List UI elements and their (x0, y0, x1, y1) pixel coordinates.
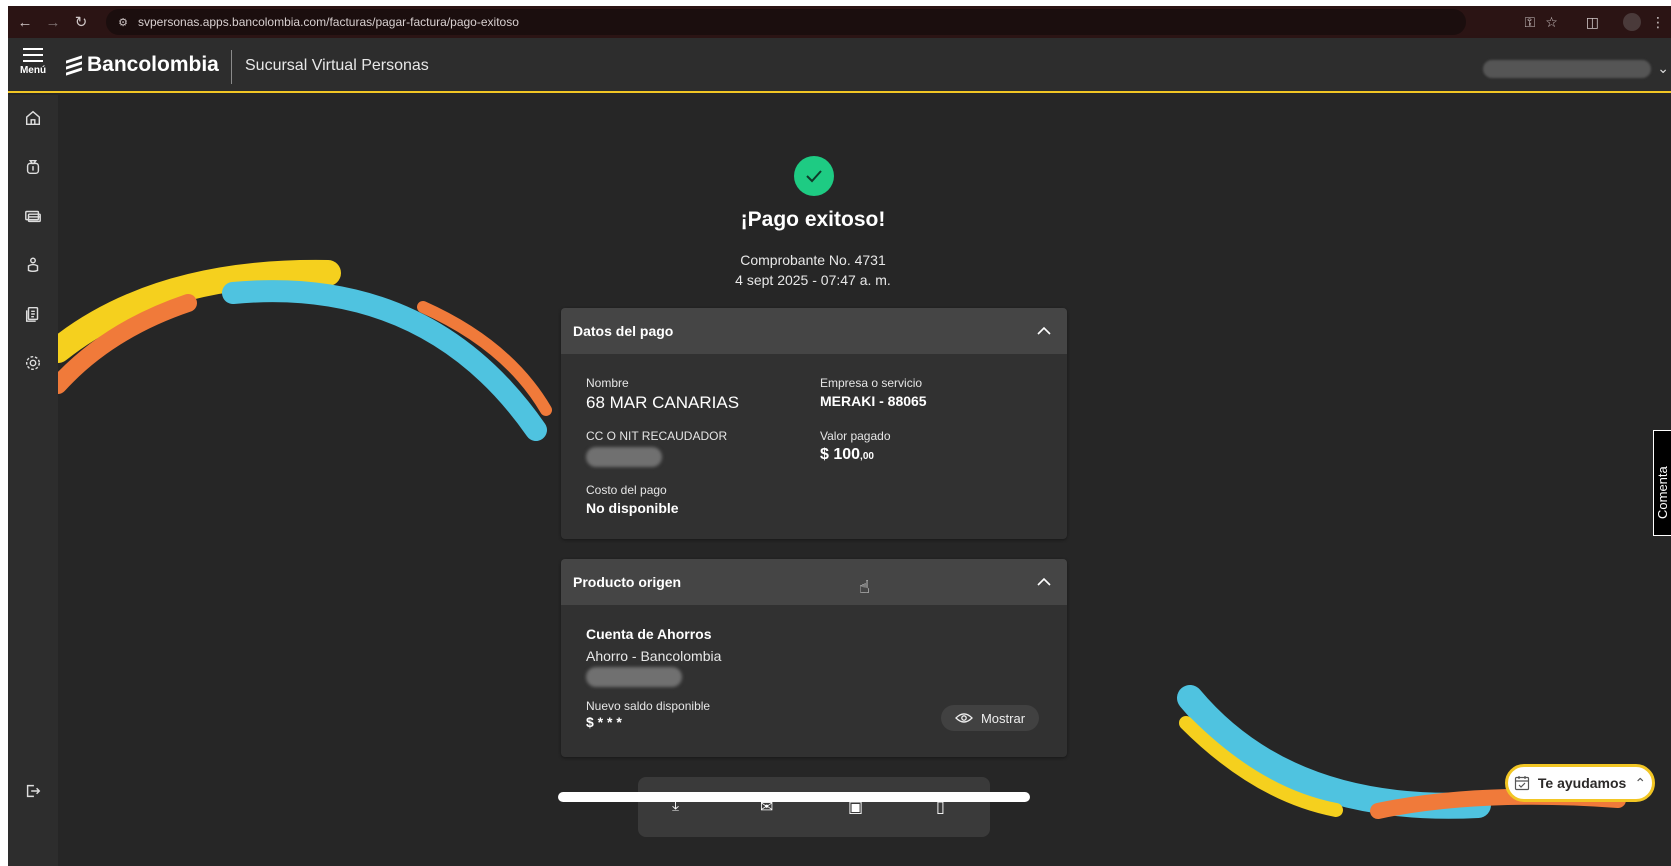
help-label: Te ayudamos (1537, 775, 1627, 791)
password-key-icon[interactable]: ⚿ (1525, 14, 1536, 31)
site-title: Sucursal Virtual Personas (245, 57, 429, 74)
bookmark-star-icon[interactable]: ☆ (1545, 14, 1558, 31)
account-type: Cuenta de Ahorros (586, 626, 712, 642)
chevron-up-icon: ⌃ (1634, 774, 1647, 791)
company-value: MERAKI - 88065 (820, 393, 927, 409)
arc-yellow-right (1179, 716, 1343, 817)
address-bar[interactable]: ⚙ svpersonas.apps.bancolombia.com/factur… (106, 9, 1466, 35)
header-divider (231, 50, 232, 84)
money-bag-icon[interactable] (22, 156, 44, 178)
site-settings-icon[interactable]: ⚙ (114, 13, 132, 31)
help-button[interactable]: Te ayudamos ⌃ (1505, 764, 1655, 802)
menu-button[interactable]: Menú (18, 48, 48, 76)
origin-product-card: Producto origen Cuenta de Ahorros Ahorro… (561, 559, 1067, 757)
brand-name: Bancolombia (87, 53, 219, 76)
arc-orange-left (58, 294, 197, 394)
url-text[interactable]: svpersonas.apps.bancolombia.com/facturas… (138, 15, 519, 29)
profile-avatar[interactable] (1623, 13, 1641, 31)
bottom-action-bar: ⤓ ✉ ▣ ▯ (638, 777, 990, 837)
origin-product-title: Producto origen (573, 574, 682, 590)
name-value: 68 MAR CANARIAS (586, 393, 740, 412)
amount-label: Valor pagado (820, 429, 891, 443)
balance-value: $ * * * (586, 714, 622, 730)
feedback-tab[interactable]: Comenta (1653, 430, 1671, 536)
balance-label: Nuevo saldo disponible (586, 699, 711, 713)
show-balance-button[interactable]: Mostrar (941, 705, 1039, 731)
feedback-label: Comenta (1655, 466, 1670, 519)
cost-label: Costo del pago (586, 483, 667, 497)
browser-window: ← → ↻ ⚙ svpersonas.apps.bancolombia.com/… (8, 6, 1671, 866)
arc-orange-left-2 (417, 301, 552, 416)
origin-product-header[interactable]: Producto origen (561, 559, 1067, 605)
browser-toolbar: ← → ↻ ⚙ svpersonas.apps.bancolombia.com/… (8, 6, 1671, 38)
show-balance-label: Mostrar (980, 710, 1026, 726)
name-field: Nombre 68 MAR CANARIAS (586, 376, 739, 413)
name-label: Nombre (586, 376, 629, 390)
company-label: Empresa o servicio (820, 376, 923, 390)
documents-icon[interactable] (22, 303, 44, 325)
hamburger-icon (23, 48, 43, 62)
amount-main: $ 100 (820, 446, 861, 463)
page-title: ¡Pago exitoso! (740, 208, 886, 231)
nit-value-redacted (586, 447, 662, 467)
investment-icon[interactable] (22, 254, 44, 276)
receipt-info: Comprobante No. 4731 4 sept 2025 - 07:47… (613, 250, 1013, 290)
arc-yellow-left (58, 259, 341, 363)
amount-value: $ 100,00 (820, 446, 891, 464)
account-number-redacted (586, 667, 682, 687)
logout-icon[interactable] (22, 780, 44, 802)
account-field: Cuenta de Ahorros Ahorro - Bancolombia (586, 626, 721, 687)
balance-field: Nuevo saldo disponible $ * * * (586, 699, 710, 730)
pointer-cursor-icon: ☝ (859, 577, 870, 597)
bancolombia-mark-icon (66, 55, 82, 76)
extensions-icon[interactable]: ◫ (1586, 14, 1599, 31)
sidebar (8, 95, 58, 866)
account-name: Ahorro - Bancolombia (586, 648, 722, 664)
arc-blue-left (222, 280, 547, 441)
cost-value: No disponible (586, 500, 679, 516)
chevron-up-icon[interactable] (1035, 322, 1053, 340)
payment-details-header[interactable]: Datos del pago (561, 308, 1067, 354)
user-name-redacted[interactable] (1483, 60, 1651, 78)
browser-actions: ⚿ ☆ ◫ ⋮ (1525, 6, 1671, 38)
receipt-datetime: 4 sept 2025 - 07:47 a. m. (735, 272, 891, 288)
chevron-down-icon[interactable]: ⌄ (1657, 60, 1669, 77)
success-check-icon (794, 156, 834, 196)
chevron-up-icon[interactable] (1035, 573, 1053, 591)
calendar-check-icon (1514, 776, 1530, 791)
scroll-indicator[interactable] (558, 792, 1030, 802)
home-icon[interactable] (22, 107, 44, 129)
nit-label: CC O NIT RECAUDADOR (586, 429, 728, 443)
receipt-number: Comprobante No. 4731 (740, 252, 886, 268)
app-header: Menú Bancolombia Sucursal Virtual Person… (8, 38, 1671, 93)
company-field: Empresa o servicio MERAKI - 88065 (820, 376, 927, 409)
cost-field: Costo del pago No disponible (586, 483, 679, 516)
payment-details-title: Datos del pago (573, 323, 674, 339)
forward-icon[interactable]: → (39, 8, 67, 36)
amount-field: Valor pagado $ 100,00 (820, 429, 891, 464)
settings-gear-icon[interactable] (22, 352, 44, 374)
nit-field: CC O NIT RECAUDADOR (586, 429, 727, 467)
browser-menu-icon[interactable]: ⋮ (1651, 14, 1665, 31)
menu-label: Menú (19, 65, 47, 76)
eye-icon (955, 713, 973, 723)
amount-cents: ,00 (860, 451, 874, 462)
reload-icon[interactable]: ↻ (67, 8, 95, 36)
cards-icon[interactable] (22, 205, 44, 227)
payment-details-card: Datos del pago Nombre 68 MAR CANARIAS Em… (561, 308, 1067, 539)
arc-blue-right (1177, 685, 1491, 819)
brand-logo[interactable]: Bancolombia (66, 53, 219, 77)
back-icon[interactable]: ← (11, 8, 39, 36)
